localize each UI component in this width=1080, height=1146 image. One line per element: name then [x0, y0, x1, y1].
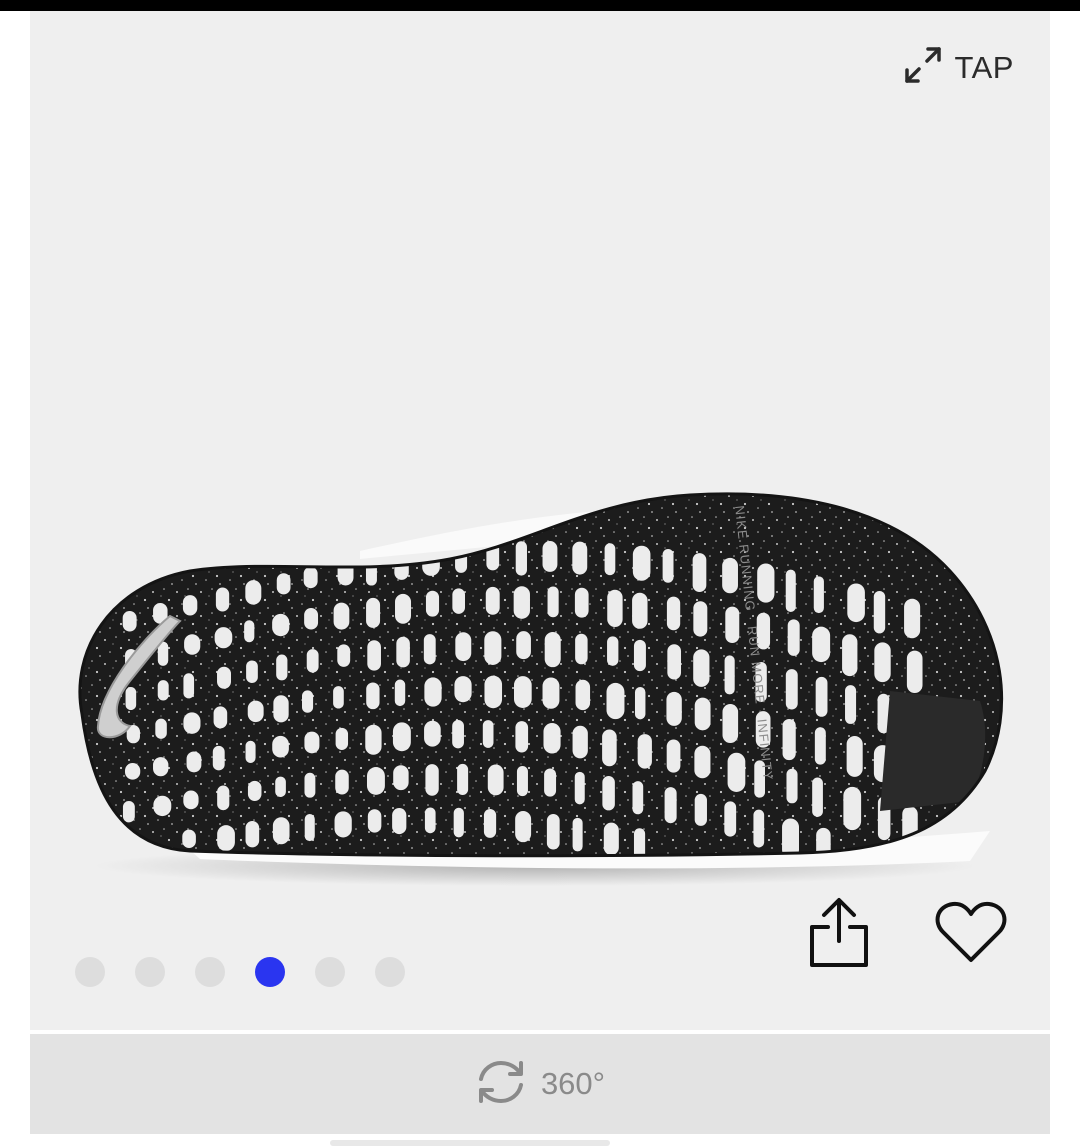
image-actions — [802, 897, 1008, 971]
pagination-dot-4[interactable] — [255, 957, 285, 987]
pagination-dot-6[interactable] — [375, 957, 405, 987]
rotate-icon — [475, 1059, 527, 1110]
favorite-button[interactable] — [934, 897, 1008, 971]
status-bar — [0, 0, 1080, 11]
share-icon — [804, 895, 874, 974]
pagination-dot-3[interactable] — [195, 957, 225, 987]
home-indicator — [330, 1140, 610, 1146]
view-360-label: 360° — [540, 1066, 606, 1101]
image-pagination — [75, 957, 405, 987]
product-image: NIKE RUNNING · RUN MORE · INFINITY — [78, 492, 1004, 886]
tap-fullscreen-button[interactable]: TAP — [903, 45, 1015, 90]
view-360-button[interactable]: 360° — [30, 1034, 1050, 1134]
pagination-dot-1[interactable] — [75, 957, 105, 987]
product-gallery[interactable]: NIKE RUNNING · RUN MORE · INFINITY TAP — [30, 11, 1050, 1030]
pagination-dot-2[interactable] — [135, 957, 165, 987]
pagination-dot-5[interactable] — [315, 957, 345, 987]
expand-arrows-icon — [903, 45, 943, 90]
heart-icon — [935, 900, 1007, 969]
tap-label: TAP — [954, 49, 1014, 85]
share-button[interactable] — [802, 897, 876, 971]
